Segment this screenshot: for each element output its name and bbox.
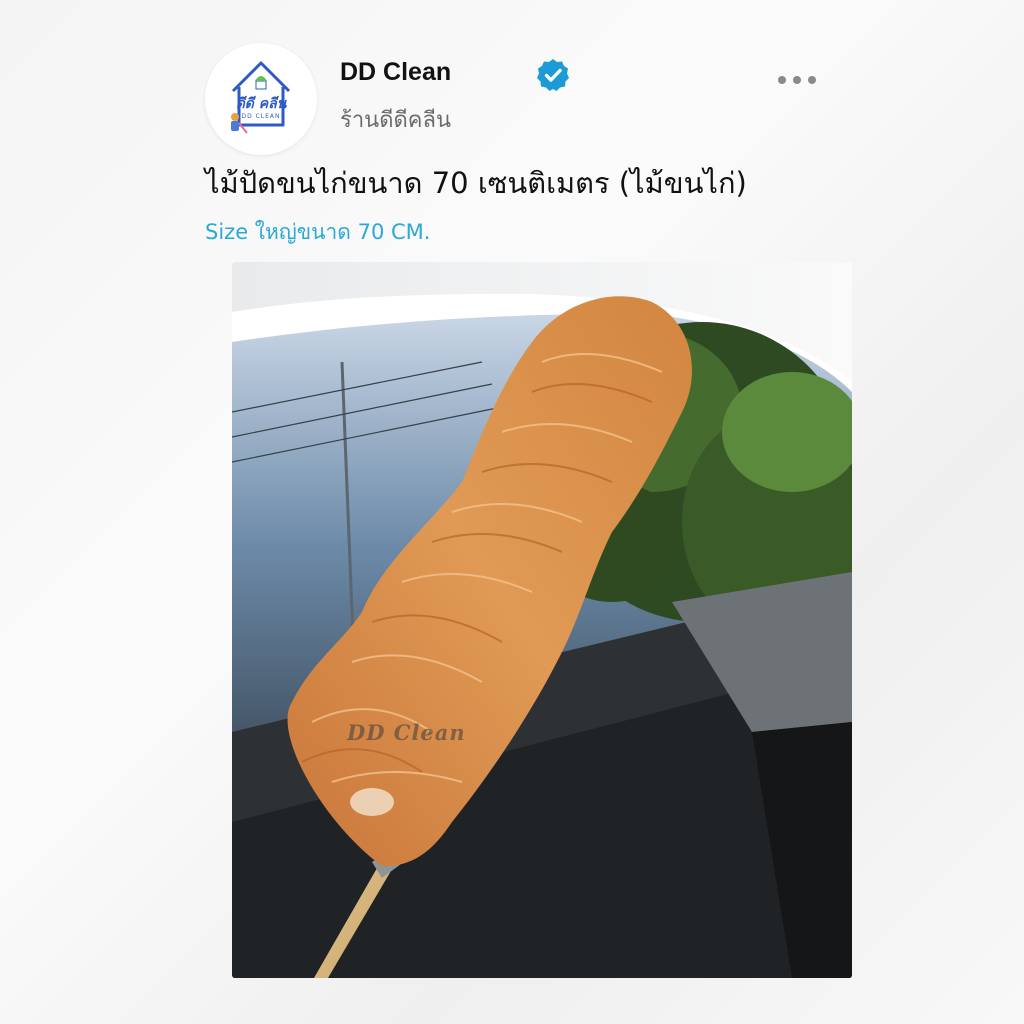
- post-card: ดีดี คลีน DD CLEAN DD Clean ร้านดีดีคลีน…: [0, 0, 1024, 1024]
- photo-watermark: DD Clean: [347, 720, 466, 745]
- shop-name[interactable]: DD Clean: [340, 58, 451, 87]
- shop-handle[interactable]: ร้านดีดีคลีน: [340, 102, 451, 137]
- more-dot: [808, 76, 816, 84]
- more-dot: [793, 76, 801, 84]
- verified-badge-icon: [537, 59, 569, 91]
- shop-avatar[interactable]: ดีดี คลีน DD CLEAN: [205, 43, 317, 155]
- post-subtitle: Size ใหญ่ขนาด 70 CM.: [205, 220, 431, 244]
- more-dot: [778, 76, 786, 84]
- feather-duster-image: [232, 262, 852, 978]
- logo-subtext: DD CLEAN: [241, 113, 281, 120]
- post-title: ไม้ปัดขนไก่ขนาด 70 เซนติเมตร (ไม้ขนไก่): [205, 166, 747, 200]
- more-options-icon[interactable]: [778, 70, 824, 90]
- product-photo[interactable]: DD Clean: [232, 262, 852, 978]
- logo-text: ดีดี คลีน: [235, 96, 287, 112]
